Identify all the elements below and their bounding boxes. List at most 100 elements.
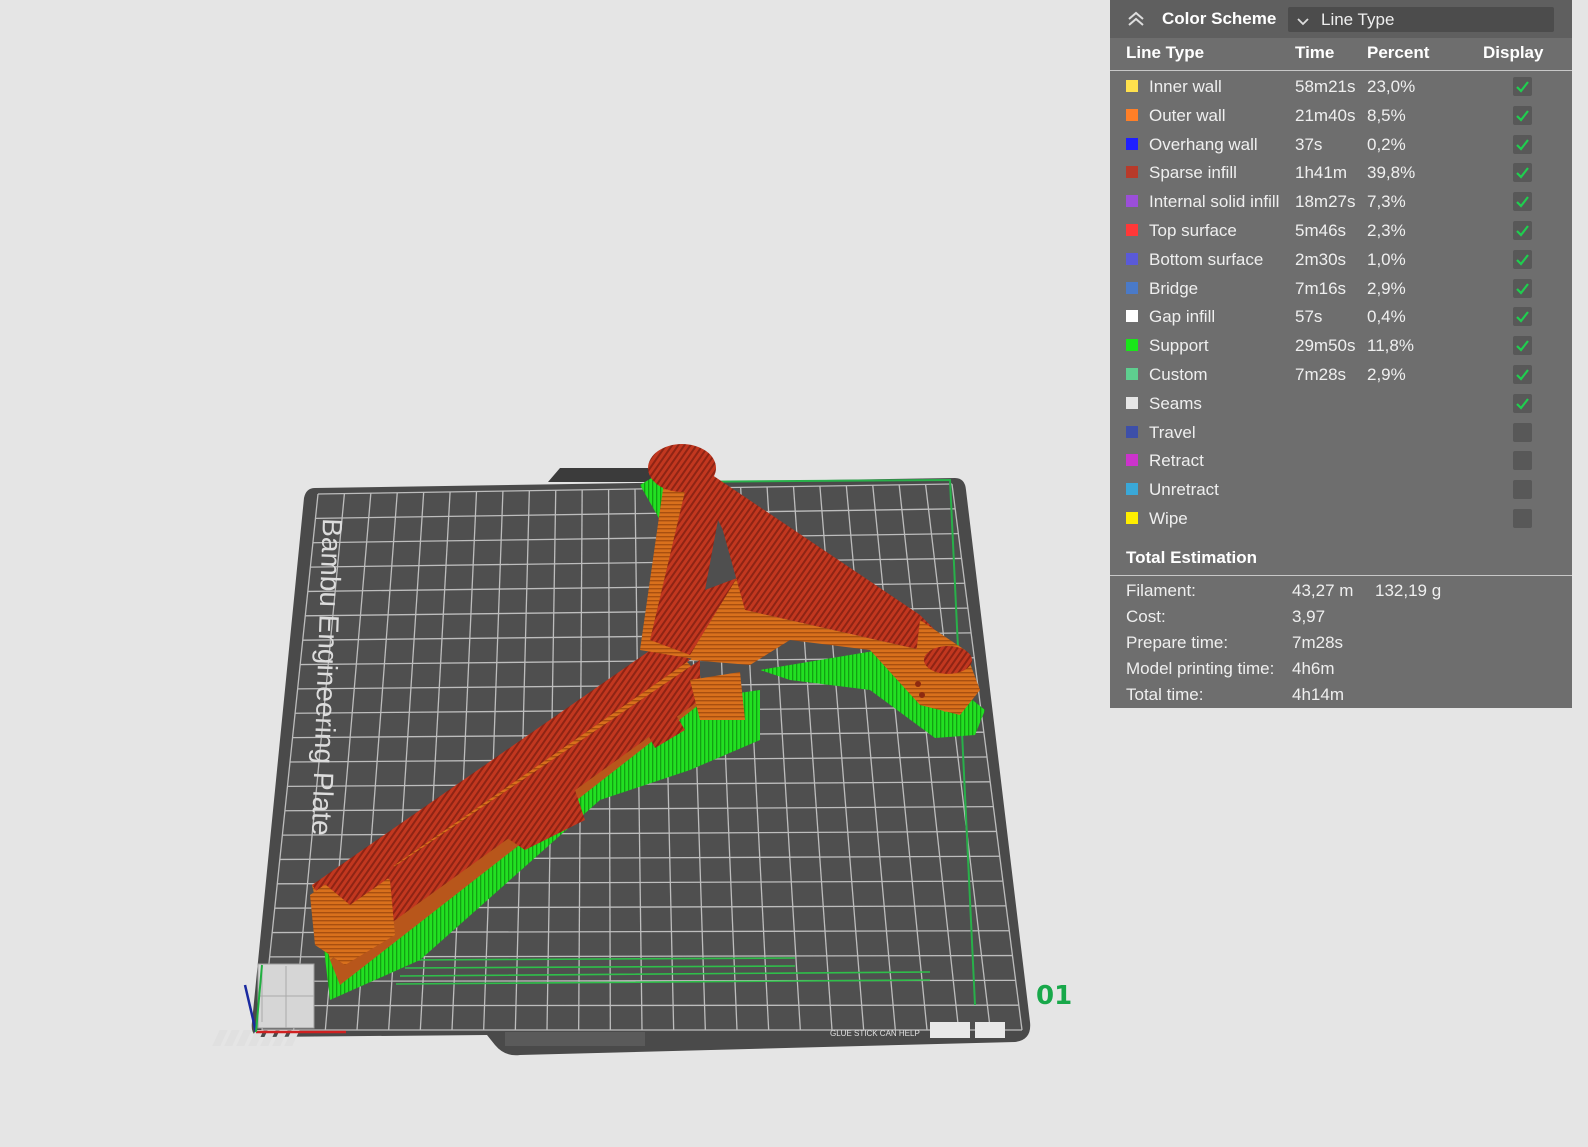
color-swatch: [1126, 368, 1138, 380]
line-type-name: Outer wall: [1149, 105, 1226, 125]
estimation-value: 4h14m: [1292, 685, 1344, 704]
color-scheme-title: Color Scheme: [1162, 9, 1277, 28]
line-type-row: Seams: [1110, 389, 1572, 417]
estimation-label: Prepare time:: [1126, 633, 1229, 652]
display-checkbox[interactable]: [1513, 134, 1532, 154]
line-type-name: Seams: [1149, 393, 1202, 413]
estimation-label: Cost:: [1126, 607, 1166, 626]
display-checkbox[interactable]: [1513, 163, 1532, 183]
line-type-name: Travel: [1149, 422, 1196, 442]
line-type-row: Gap infill 57s 0,4%: [1110, 302, 1572, 330]
display-checkbox[interactable]: [1513, 422, 1532, 442]
checkmark-icon: [1516, 398, 1529, 410]
line-type-row: Retract: [1110, 446, 1572, 474]
estimation-value: 4h6m: [1292, 659, 1335, 678]
line-type-row: Travel: [1110, 418, 1572, 446]
column-header-time: Time: [1295, 43, 1335, 62]
color-swatch: [1126, 137, 1138, 150]
display-checkbox[interactable]: [1513, 221, 1532, 240]
line-type-row: Internal solid infill 18m27s 7,3%: [1110, 187, 1572, 215]
line-type-name: Gap infill: [1149, 307, 1216, 327]
line-type-time: 21m40s: [1295, 105, 1356, 125]
color-swatch: [1126, 425, 1138, 438]
line-type-percent: 1,0%: [1367, 249, 1406, 269]
checkmark-icon: [1516, 225, 1529, 237]
display-checkbox[interactable]: [1513, 480, 1532, 500]
color-scheme-value: Line Type: [1321, 10, 1395, 29]
checkmark-icon: [1516, 282, 1529, 295]
color-swatch: [1126, 281, 1138, 294]
line-type-percent: 23,0%: [1367, 77, 1416, 96]
line-type-row: Bottom surface 2m30s 1,0%: [1110, 245, 1572, 273]
display-checkbox[interactable]: [1513, 393, 1532, 413]
line-type-percent: 7,3%: [1367, 192, 1406, 212]
line-type-name: Bridge: [1149, 278, 1199, 298]
column-header-percent: Percent: [1367, 43, 1430, 62]
line-type-name: Support: [1149, 336, 1209, 356]
checkmark-icon: [1516, 196, 1529, 208]
line-type-row: Unretract: [1110, 475, 1572, 503]
line-type-percent: 0,4%: [1367, 307, 1406, 327]
display-checkbox[interactable]: [1513, 249, 1532, 269]
checkmark-icon: [1516, 138, 1529, 151]
line-type-name: Internal solid infill: [1149, 192, 1280, 212]
line-type-time: 29m50s: [1295, 336, 1356, 356]
line-type-percent: 11,8%: [1367, 336, 1414, 356]
line-type-percent: 2,3%: [1367, 221, 1406, 240]
display-checkbox[interactable]: [1513, 278, 1532, 298]
legend-header: Color Scheme Line Type: [1110, 0, 1572, 38]
estimation-value: 7m28s: [1292, 633, 1344, 652]
checkmark-icon: [1516, 369, 1529, 381]
line-type-row: Inner wall 58m21s 23,0%: [1110, 72, 1572, 100]
checkmark-icon: [1516, 110, 1529, 122]
color-swatch: [1126, 108, 1138, 121]
color-swatch: [1126, 195, 1138, 208]
collapse-chevron-up-icon[interactable]: [1126, 10, 1146, 28]
line-type-percent: 0,2%: [1367, 134, 1406, 154]
checkmark-icon: [1516, 81, 1529, 93]
display-checkbox[interactable]: [1513, 77, 1532, 96]
display-checkbox[interactable]: [1513, 336, 1532, 356]
estimation-value-secondary: 132,19 g: [1375, 581, 1442, 600]
line-type-time: 1h41m: [1295, 163, 1347, 183]
line-type-name: Bottom surface: [1149, 249, 1264, 269]
display-checkbox[interactable]: [1513, 451, 1532, 471]
line-type-name: Sparse infill: [1149, 163, 1237, 183]
line-type-name: Unretract: [1149, 480, 1219, 500]
line-type-name: Overhang wall: [1149, 134, 1258, 154]
line-type-time: 57s: [1295, 307, 1323, 327]
line-type-percent: 8,5%: [1367, 105, 1406, 125]
estimation-row: Prepare time: 7m28s: [1110, 630, 1572, 654]
line-type-row: Wipe: [1110, 504, 1572, 532]
legend-panel: Color Scheme Line Type Line Type Time Pe…: [1110, 0, 1572, 708]
line-type-time: 5m46s: [1295, 221, 1347, 240]
line-type-percent: 2,9%: [1367, 365, 1406, 384]
line-type-row: Outer wall 21m40s 8,5%: [1110, 101, 1572, 129]
display-checkbox[interactable]: [1513, 509, 1532, 528]
column-header-display: Display: [1483, 43, 1544, 62]
line-type-time: 7m16s: [1295, 278, 1347, 298]
display-checkbox[interactable]: [1513, 105, 1532, 125]
header-divider: [1110, 70, 1572, 71]
line-type-percent: 2,9%: [1367, 278, 1406, 298]
estimation-label: Filament:: [1126, 581, 1196, 600]
line-type-name: Inner wall: [1149, 77, 1222, 96]
display-checkbox[interactable]: [1513, 365, 1532, 384]
color-swatch: [1126, 224, 1138, 236]
color-scheme-dropdown[interactable]: Line Type: [1288, 7, 1554, 32]
line-type-name: Retract: [1149, 451, 1204, 471]
chevron-down-icon: [1296, 13, 1310, 26]
estimation-row: Cost: 3,97: [1110, 604, 1572, 628]
line-type-name: Custom: [1149, 365, 1208, 384]
line-type-time: 18m27s: [1295, 192, 1356, 212]
display-checkbox[interactable]: [1513, 192, 1532, 212]
line-type-row: Overhang wall 37s 0,2%: [1110, 130, 1572, 158]
line-type-name: Top surface: [1149, 221, 1237, 240]
line-type-time: 58m21s: [1295, 77, 1356, 96]
display-checkbox[interactable]: [1513, 307, 1532, 327]
estimation-row: Filament: 43,27 m 132,19 g: [1110, 578, 1572, 602]
estimation-label: Model printing time:: [1126, 659, 1275, 678]
checkmark-icon: [1516, 167, 1529, 180]
line-type-row: Sparse infill 1h41m 39,8%: [1110, 158, 1572, 186]
color-swatch: [1126, 396, 1138, 409]
